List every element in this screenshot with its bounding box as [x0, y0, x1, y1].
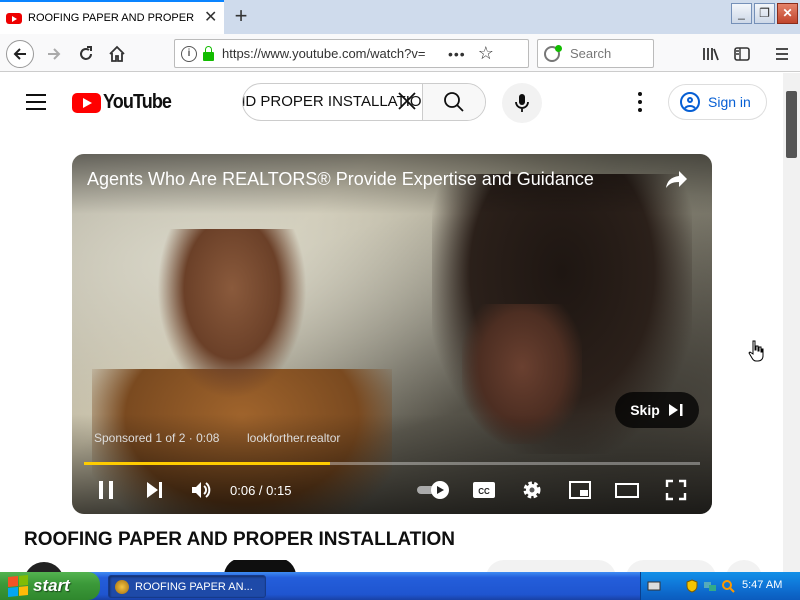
browser-search-placeholder: Search [570, 46, 612, 61]
home-button[interactable] [103, 40, 131, 68]
reload-icon [80, 46, 92, 60]
settings-more-icon[interactable] [636, 92, 644, 112]
captions-button[interactable]: CC [472, 478, 496, 502]
new-tab-icon[interactable]: + [228, 4, 254, 30]
autoplay-toggle[interactable] [416, 478, 452, 502]
sidebar-icon [734, 47, 750, 61]
keyboard-icon[interactable] [647, 579, 661, 593]
browser-search-box[interactable]: Search [537, 39, 654, 68]
windows-logo-icon [8, 574, 28, 598]
video-player[interactable]: Agents Who Are REALTORS® Provide Experti… [72, 154, 712, 514]
miniplayer-icon [569, 481, 591, 499]
back-button[interactable] [6, 40, 34, 68]
account-icon [680, 92, 700, 112]
youtube-search-button[interactable] [421, 84, 485, 120]
channel-row [24, 560, 774, 572]
miniplayer-button[interactable] [568, 478, 592, 502]
theater-mode-button[interactable] [615, 478, 639, 502]
clear-search-icon[interactable] [396, 90, 418, 117]
channel-avatar[interactable] [24, 562, 64, 572]
sponsored-label: Sponsored 1 of 2 · 0:08 [94, 431, 220, 445]
autoplay-icon [417, 481, 449, 499]
gear-icon [523, 481, 541, 499]
security-shield-icon[interactable] [685, 579, 699, 593]
lock-icon [203, 45, 214, 61]
voice-search-button[interactable] [502, 83, 542, 123]
url-text[interactable]: https://www.youtube.com/watch?v= [222, 46, 436, 61]
closed-captions-icon: CC [473, 482, 495, 498]
like-button[interactable] [486, 560, 616, 572]
share-arrow-icon [666, 171, 687, 188]
search-icon [544, 44, 562, 62]
sign-in-label: Sign in [708, 94, 751, 110]
fullscreen-icon [665, 479, 687, 501]
microphone-icon [515, 94, 529, 112]
time-display: 0:06 / 0:15 [230, 483, 292, 498]
skip-next-icon [668, 404, 683, 416]
page-actions-icon[interactable]: ••• [448, 46, 466, 62]
scrollbar-thumb[interactable] [786, 91, 797, 158]
progress-fill [84, 462, 331, 465]
youtube-logo-text: YouTube [103, 91, 172, 113]
menu-button[interactable] [768, 40, 796, 68]
browser-tab[interactable]: ROOFING PAPER AND PROPER INSTALLATION - … [0, 0, 224, 34]
forward-button[interactable] [40, 40, 68, 68]
firefox-icon [115, 579, 129, 594]
video-title: ROOFING PAPER AND PROPER INSTALLATION [24, 529, 456, 550]
sidebar-button[interactable] [728, 40, 756, 68]
start-label: start [33, 576, 70, 595]
maximize-button[interactable]: ❐ [754, 3, 775, 24]
clock[interactable]: 5:47 AM [742, 579, 782, 591]
pause-button[interactable] [94, 478, 118, 502]
library-button[interactable] [697, 40, 725, 68]
bookmark-star-icon[interactable]: ☆ [478, 43, 494, 64]
share-pill-button[interactable] [626, 560, 716, 572]
youtube-search-bar: ROOFING PAPER AND PROPER INSTALLATIO [242, 83, 486, 121]
window-close-button[interactable]: ✕ [777, 3, 798, 24]
guide-menu-icon[interactable] [26, 94, 46, 110]
next-button[interactable] [142, 478, 166, 502]
search-tray-icon[interactable] [721, 579, 735, 593]
tab-close-icon[interactable]: ✕ [204, 10, 217, 26]
minimize-button[interactable]: _ [731, 3, 752, 24]
close-icon [398, 92, 416, 110]
youtube-search-input[interactable]: ROOFING PAPER AND PROPER INSTALLATIO [243, 84, 422, 120]
pause-icon [99, 481, 113, 499]
hamburger-icon [776, 48, 788, 60]
sign-in-button[interactable]: Sign in [668, 84, 767, 120]
volume-icon [192, 482, 211, 498]
share-button[interactable] [664, 166, 690, 192]
svg-text:CC: CC [478, 487, 490, 496]
settings-button[interactable] [520, 478, 544, 502]
arrow-left-icon [13, 48, 26, 60]
youtube-favicon-icon [6, 12, 22, 24]
address-bar[interactable]: i https://www.youtube.com/watch?v= ••• ☆ [174, 39, 529, 68]
search-icon [443, 92, 464, 112]
hand-cursor-icon [748, 340, 764, 362]
taskbar-window-button[interactable]: ROOFING PAPER AN... [108, 575, 266, 598]
ad-title[interactable]: Agents Who Are REALTORS® Provide Experti… [87, 169, 594, 190]
network-icon[interactable] [703, 579, 717, 593]
taskbar-window-label: ROOFING PAPER AN... [135, 580, 253, 593]
arrow-right-icon [48, 48, 61, 60]
home-icon [109, 45, 125, 62]
volume-button[interactable] [189, 478, 213, 502]
fullscreen-button[interactable] [664, 478, 688, 502]
skip-ad-button[interactable]: Skip [615, 392, 699, 428]
advertiser-link[interactable]: lookforther.realtor [247, 431, 340, 445]
next-track-icon [147, 482, 162, 498]
info-icon[interactable]: i [181, 45, 197, 62]
start-button[interactable]: start [0, 572, 100, 600]
library-icon [703, 48, 719, 61]
reload-button[interactable] [72, 40, 100, 68]
youtube-play-logo-icon [72, 92, 101, 113]
tab-title: ROOFING PAPER AND PROPER INSTALLATION - … [28, 12, 194, 24]
more-actions-button[interactable] [726, 560, 762, 572]
youtube-logo[interactable]: YouTube [72, 91, 179, 114]
subscribe-button[interactable] [224, 560, 296, 572]
theater-icon [615, 483, 639, 498]
skip-label: Skip [630, 402, 660, 418]
